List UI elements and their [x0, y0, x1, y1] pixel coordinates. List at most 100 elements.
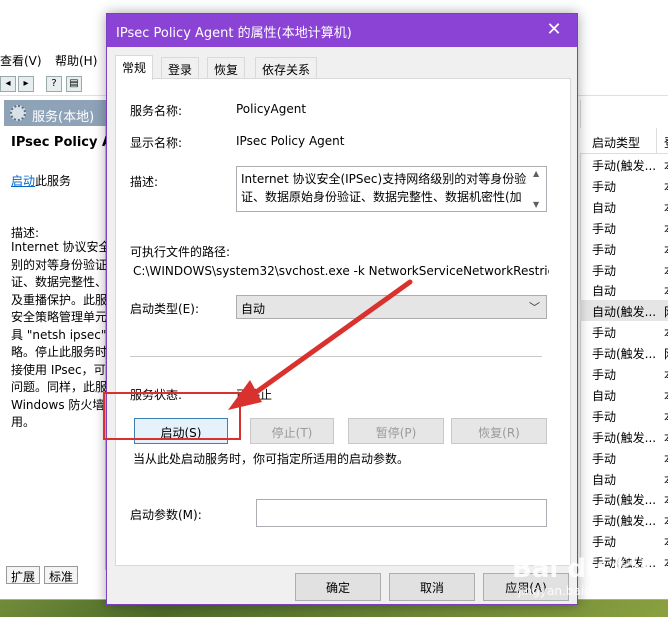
start-button[interactable]: 启动(S)	[134, 418, 228, 444]
tab-general[interactable]: 常规	[115, 55, 154, 80]
service-title: IPsec Policy Ag	[11, 135, 122, 150]
scroll-down-icon[interactable]: ▼	[533, 200, 539, 209]
table-row[interactable]: 手动 本	[580, 238, 668, 259]
back-icon[interactable]: ◂	[0, 76, 16, 92]
tab-logon[interactable]: 登录	[161, 57, 200, 79]
ok-button[interactable]: 确定	[295, 573, 381, 601]
row-startup-type: 手动(触发...	[592, 556, 657, 571]
description-line: 安全策略管理单元	[11, 310, 106, 324]
table-row[interactable]: 手动 本	[580, 175, 668, 196]
row-logon: 网	[664, 345, 668, 362]
list-column-header: 启动类型 登	[580, 128, 668, 154]
table-row[interactable]: 自动 本	[580, 279, 668, 300]
apply-button[interactable]: 应用(A)	[483, 573, 569, 601]
cancel-button[interactable]: 取消	[389, 573, 475, 601]
export-icon[interactable]: ▸	[18, 76, 34, 92]
row-logon: 网	[664, 303, 668, 320]
close-icon[interactable]: ✕	[531, 14, 577, 47]
row-startup-type: 手动(触发...	[592, 159, 657, 173]
table-row[interactable]: 手动 本	[580, 405, 668, 426]
row-startup-type: 手动	[592, 326, 617, 341]
start-button-label: 启动(S)	[160, 426, 202, 440]
row-logon: 本	[664, 554, 668, 571]
properties-dialog: IPsec Policy Agent 的属性(本地计算机) ✕ 常规 登录 恢复…	[106, 13, 578, 605]
table-row[interactable]: 手动 本	[580, 217, 668, 238]
column-logon[interactable]: 登	[664, 134, 668, 151]
column-separator[interactable]	[656, 128, 657, 154]
table-row[interactable]: 手动 本	[580, 363, 668, 384]
row-startup-type: 手动	[592, 368, 617, 382]
pause-button-label: 暂停(P)	[375, 426, 417, 440]
row-logon: 本	[664, 408, 668, 425]
exe-path-value: C:\WINDOWS\system32\svchost.exe -k Netwo…	[133, 264, 549, 278]
pause-button[interactable]: 暂停(P)	[348, 418, 444, 444]
general-tab-page: 服务名称: PolicyAgent 显示名称: IPsec Policy Age…	[115, 78, 571, 566]
divider	[130, 356, 542, 357]
table-row[interactable]: 自动 本	[580, 196, 668, 217]
table-row[interactable]: 自动(触发... 网	[580, 300, 668, 322]
service-name-label: 服务名称:	[130, 104, 183, 118]
apply-button-label: 应用(A)	[505, 581, 547, 595]
row-startup-type: 自动	[592, 284, 617, 299]
row-logon: 本	[664, 429, 668, 446]
table-row[interactable]: 自动 本	[580, 468, 668, 489]
menu-help[interactable]: 帮助(H)	[55, 52, 97, 69]
tab-recovery[interactable]: 恢复	[207, 57, 246, 79]
tab-extended[interactable]: 扩展	[6, 566, 41, 584]
display-name-value: IPsec Policy Agent	[236, 134, 345, 148]
table-row[interactable]: 自动 本	[580, 384, 668, 405]
row-logon: 本	[664, 450, 668, 467]
dialog-titlebar[interactable]: IPsec Policy Agent 的属性(本地计算机) ✕	[107, 14, 577, 47]
table-row[interactable]: 手动 本	[580, 447, 668, 468]
description-line: 别的对等身份验证	[11, 257, 106, 272]
table-row[interactable]: 手动 本	[580, 259, 668, 280]
cancel-button-label: 取消	[419, 581, 444, 595]
row-startup-type: 手动(触发...	[592, 430, 657, 445]
table-row[interactable]: 手动(触发... 本	[580, 551, 668, 572]
start-params-input[interactable]	[256, 499, 547, 527]
row-logon: 本	[664, 262, 668, 279]
table-row[interactable]: 手动 本	[580, 321, 668, 342]
service-status-label: 服务状态:	[130, 388, 183, 402]
help-icon[interactable]: ?	[46, 76, 62, 92]
properties-icon[interactable]: ▤	[66, 76, 82, 92]
description-scrollbar[interactable]: ▲ ▼	[529, 167, 546, 211]
row-startup-type: 手动	[592, 221, 617, 236]
row-logon: 本	[664, 533, 668, 550]
description-box[interactable]: Internet 协议安全(IPSec)支持网络级别的对等身份验证、数据原始身份…	[236, 166, 547, 212]
tab-dependencies[interactable]: 依存关系	[255, 57, 318, 79]
description-line: 及重播保护。此服	[11, 292, 106, 307]
table-row[interactable]: 手动(触发... 本	[580, 488, 668, 509]
tab-standard[interactable]: 标准	[44, 566, 79, 584]
row-logon: 本	[664, 282, 668, 299]
table-row[interactable]: 手动(触发... 本	[580, 426, 668, 447]
row-startup-type: 自动	[592, 200, 617, 215]
exe-path-label: 可执行文件的路径:	[130, 245, 231, 259]
description-line: 问题。同样，此服	[11, 380, 106, 394]
startup-type-value: 自动	[241, 302, 266, 316]
scroll-up-icon[interactable]: ▲	[533, 169, 539, 178]
description-label: 描述:	[130, 175, 159, 189]
resume-button[interactable]: 恢复(R)	[451, 418, 547, 444]
row-startup-type: 手动	[592, 409, 617, 424]
stop-button[interactable]: 停止(T)	[250, 418, 334, 444]
table-row[interactable]: 手动(触发... 本	[580, 154, 668, 175]
description-line: 具 "netsh ipsec"	[11, 327, 106, 342]
service-status-value: 已停止	[236, 388, 273, 402]
table-row[interactable]: 手动(触发... 本	[580, 509, 668, 530]
table-row[interactable]: 手动(触发... 网	[580, 342, 668, 363]
row-startup-type: 手动	[592, 451, 617, 466]
menu-view[interactable]: 查看(V)	[0, 52, 42, 69]
row-startup-type: 自动	[592, 388, 617, 403]
column-startup-type[interactable]: 启动类型	[592, 134, 640, 151]
dialog-tabs: 常规 登录 恢复 依存关系	[115, 55, 571, 80]
startup-type-select[interactable]: 自动 ﹀	[236, 295, 547, 319]
display-name-label: 显示名称:	[130, 136, 183, 150]
start-service-line: 启动此服务	[11, 172, 71, 189]
stop-button-label: 停止(T)	[271, 426, 313, 440]
description-line: 略。停止此服务时	[11, 345, 106, 359]
table-row[interactable]: 手动 本	[580, 530, 668, 551]
services-local-label: 服务(本地)	[32, 110, 95, 125]
start-service-link[interactable]: 启动	[11, 174, 35, 188]
row-startup-type: 手动(触发...	[592, 514, 657, 529]
